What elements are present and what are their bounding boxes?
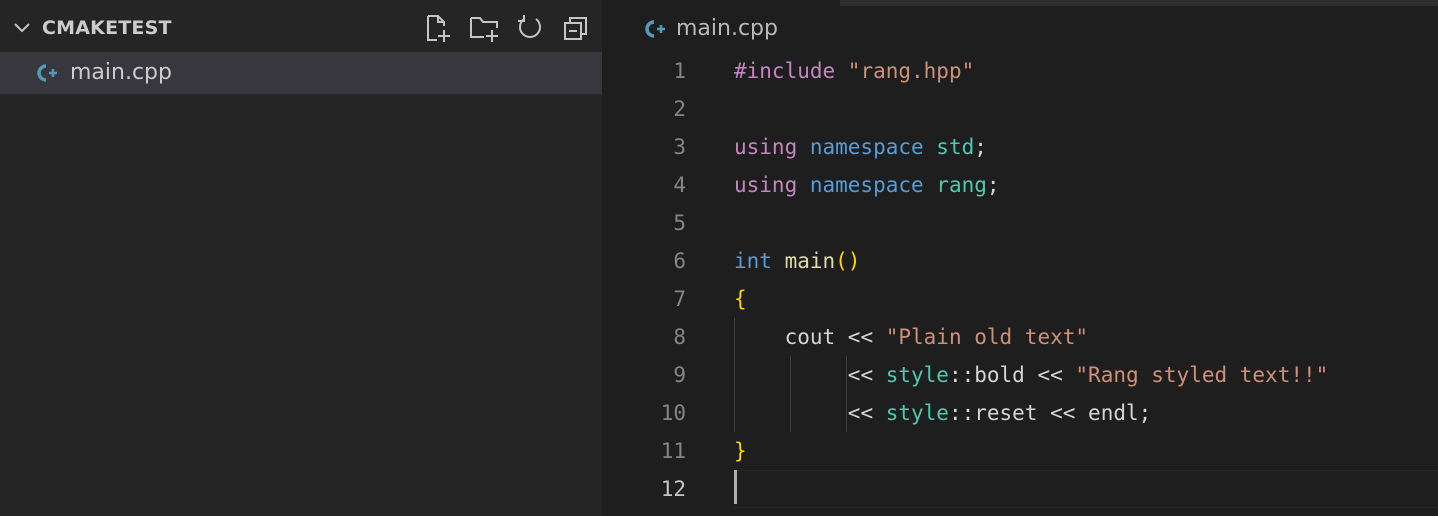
code-token: #include — [734, 59, 848, 83]
code-token: << — [847, 401, 886, 425]
cpp-file-icon — [645, 20, 665, 38]
indent-guide — [846, 356, 847, 432]
tab-bar-strip — [840, 0, 1438, 6]
collapse-all-button[interactable] — [560, 12, 592, 44]
code-token: "rang.hpp" — [847, 59, 975, 83]
code-token: cout — [784, 325, 836, 349]
breadcrumb[interactable]: main.cpp — [642, 15, 778, 43]
code-token: "Plain old text" — [885, 325, 1089, 349]
code-area[interactable]: #include "rang.hpp" using namespace std; u… — [734, 52, 1438, 508]
code-token: << — [835, 325, 886, 349]
cpp-file-icon — [37, 64, 57, 82]
code-line[interactable] — [734, 204, 1438, 242]
code-token: ; — [1138, 401, 1152, 425]
code-line[interactable]: cout << "Plain old text" — [734, 318, 1438, 356]
indent-guide — [734, 318, 735, 432]
indent-guide — [790, 356, 791, 432]
code-token: endl — [1088, 401, 1139, 425]
explorer-section-header[interactable]: CMAKETEST — [0, 0, 602, 56]
line-number: 2 — [673, 97, 686, 121]
refresh-button[interactable] — [514, 12, 546, 44]
text-cursor — [734, 470, 737, 504]
code-token: ; — [986, 173, 1000, 197]
file-item-label: main.cpp — [70, 60, 172, 85]
code-token: style — [885, 363, 949, 387]
code-line[interactable]: using namespace std; — [734, 128, 1438, 166]
code-token: reset — [974, 401, 1038, 425]
code-token: std — [936, 135, 975, 159]
line-number: 8 — [673, 325, 686, 349]
code-token: using — [734, 173, 810, 197]
code-token: << — [1037, 401, 1089, 425]
code-token: style — [885, 401, 949, 425]
code-line[interactable]: } — [734, 432, 1438, 470]
code-line[interactable]: << style::reset << endl; — [734, 394, 1438, 432]
chevron-down-icon[interactable] — [12, 18, 32, 38]
line-number: 6 — [673, 249, 686, 273]
refresh-icon — [518, 15, 541, 38]
code-line[interactable]: int main() — [734, 242, 1438, 280]
line-number: 9 — [673, 363, 686, 387]
code-token: namespace — [809, 173, 937, 197]
code-token: bold — [974, 363, 1025, 387]
line-number: 7 — [673, 287, 686, 311]
code-token: :: — [948, 401, 975, 425]
line-number: 3 — [673, 135, 686, 159]
line-number: 1 — [673, 59, 686, 83]
explorer-section-title: CMAKETEST — [42, 17, 172, 39]
code-line[interactable] — [734, 90, 1438, 128]
new-file-button[interactable] — [422, 12, 454, 44]
code-token: using — [734, 135, 810, 159]
code-line[interactable]: #include "rang.hpp" — [734, 52, 1438, 90]
collapse-all-icon — [564, 17, 587, 40]
line-number: 5 — [673, 211, 686, 235]
explorer-sidebar: CMAKETEST main.cpp — [0, 0, 602, 516]
code-token: namespace — [809, 135, 937, 159]
code-line[interactable]: << style::bold << "Rang styled text!!" — [734, 356, 1438, 394]
code-token: ; — [974, 135, 987, 159]
code-token: { — [734, 287, 747, 311]
code-token: :: — [948, 363, 975, 387]
code-token: } — [734, 439, 747, 463]
breadcrumb-file-label: main.cpp — [676, 16, 778, 41]
explorer-toolbar — [422, 12, 592, 44]
code-token: rang — [936, 173, 987, 197]
code-token: << — [1024, 363, 1076, 387]
line-number: 10 — [660, 401, 686, 425]
line-number: 4 — [673, 173, 686, 197]
new-file-icon — [427, 15, 450, 42]
line-number-gutter: 1 2 3 4 5 6 7 8 9 10 11 12 — [602, 52, 686, 508]
code-token: () — [835, 249, 861, 273]
file-item-main-cpp[interactable]: main.cpp — [0, 52, 602, 94]
new-folder-icon — [470, 17, 498, 42]
code-token: int — [734, 249, 785, 273]
line-number: 12 — [660, 477, 686, 501]
line-number: 11 — [660, 439, 686, 463]
code-token: main — [784, 249, 836, 273]
new-folder-button[interactable] — [468, 12, 500, 44]
code-line[interactable] — [734, 470, 1438, 508]
code-token: << — [847, 363, 886, 387]
code-line[interactable]: using namespace rang; — [734, 166, 1438, 204]
code-editor[interactable]: main.cpp 1 2 3 4 5 6 7 8 9 10 11 12 #include "rang.… — [602, 0, 1438, 516]
code-line[interactable]: { — [734, 280, 1438, 318]
code-token: "Rang styled text!!" — [1075, 363, 1329, 387]
